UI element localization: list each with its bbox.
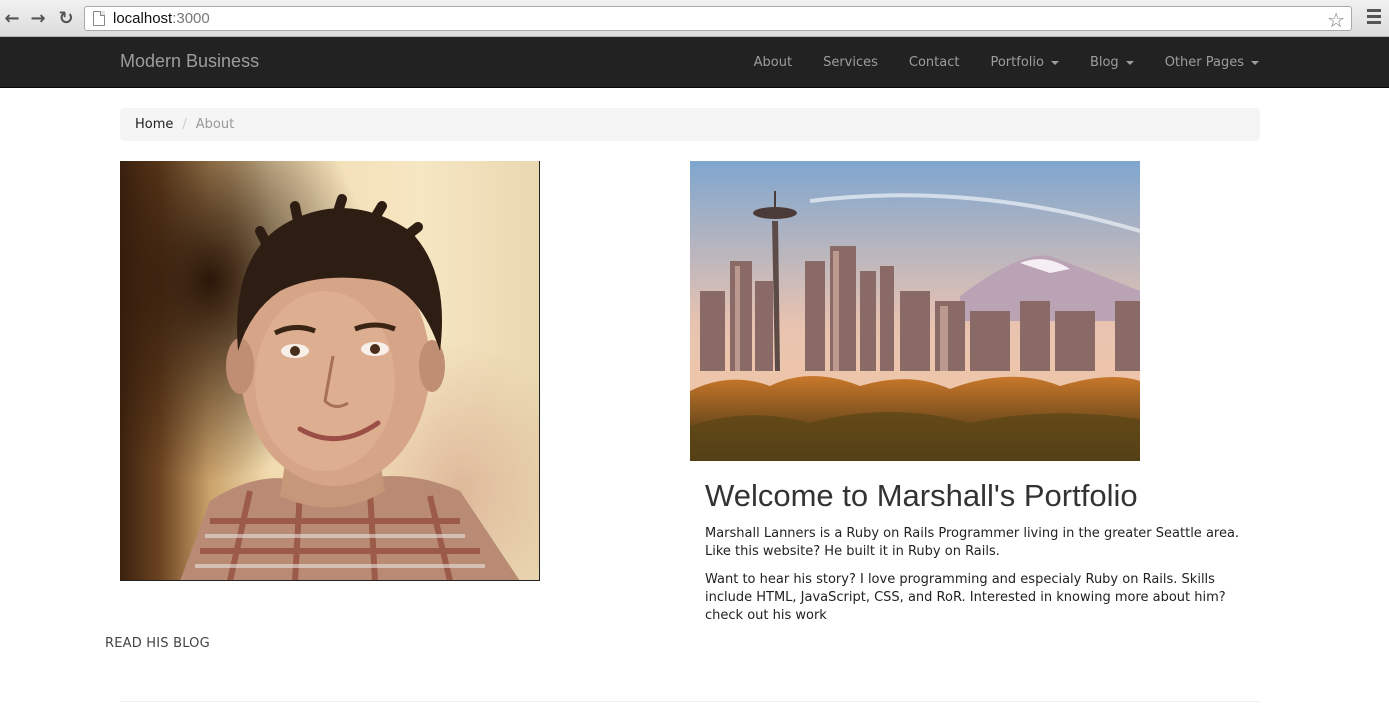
nav-blog-dropdown[interactable]: Blog: [1090, 55, 1134, 70]
url-text[interactable]: localhost:3000: [113, 10, 210, 27]
nav-blog-label: Blog: [1089, 55, 1119, 70]
browser-menu-icon[interactable]: [1367, 9, 1381, 27]
breadcrumb-home-link[interactable]: Home: [135, 117, 173, 132]
nav-services[interactable]: Services: [823, 55, 878, 70]
nav-contact[interactable]: Contact: [909, 55, 960, 70]
back-arrow-icon[interactable]: ←: [0, 6, 24, 30]
caret-down-icon: [1050, 60, 1059, 65]
page-heading: Welcome to Marshall's Portfolio: [705, 478, 1138, 513]
reload-icon[interactable]: ↻: [54, 6, 78, 30]
caret-down-icon: [1125, 60, 1134, 65]
breadcrumb: Home / About: [120, 108, 1260, 141]
caret-down-icon: [1251, 60, 1259, 65]
url-port: :3000: [172, 10, 210, 27]
story-paragraph: Want to hear his story? I love programmi…: [705, 572, 1226, 623]
divider: [120, 701, 1260, 702]
browser-toolbar: ← → ↻ localhost:3000 ☆: [0, 0, 1389, 37]
url-host: localhost: [113, 10, 173, 27]
nav-about-label: About: [753, 55, 793, 70]
forward-arrow-icon[interactable]: →: [26, 6, 50, 30]
page-icon: [93, 11, 105, 26]
site-navbar: Modern Business About Services Contact P…: [0, 37, 1389, 88]
profile-photo: [120, 161, 540, 581]
nav-other-pages-dropdown[interactable]: Other Pages: [1165, 55, 1259, 70]
breadcrumb-current: About: [195, 117, 235, 132]
nav-other-pages-label: Other Pages: [1164, 55, 1244, 70]
intro-paragraph: Marshall Lanners is a Ruby on Rails Prog…: [705, 526, 1240, 559]
nav-contact-label: Contact: [908, 55, 960, 70]
seattle-skyline-photo: [690, 161, 1140, 461]
nav-links: About Services Contact Portfolio Blog Ot…: [723, 37, 1259, 88]
nav-portfolio-dropdown[interactable]: Portfolio: [990, 55, 1059, 70]
nav-about[interactable]: About: [754, 55, 792, 70]
nav-services-label: Services: [823, 55, 878, 70]
address-bar[interactable]: localhost:3000 ☆: [84, 6, 1352, 32]
nav-portfolio-label: Portfolio: [990, 55, 1044, 70]
bookmark-star-icon[interactable]: ☆: [1327, 8, 1345, 32]
read-blog-link[interactable]: READ HIS BLOG: [105, 636, 210, 651]
breadcrumb-separator: /: [182, 117, 187, 132]
brand-link[interactable]: Modern Business: [120, 51, 259, 72]
